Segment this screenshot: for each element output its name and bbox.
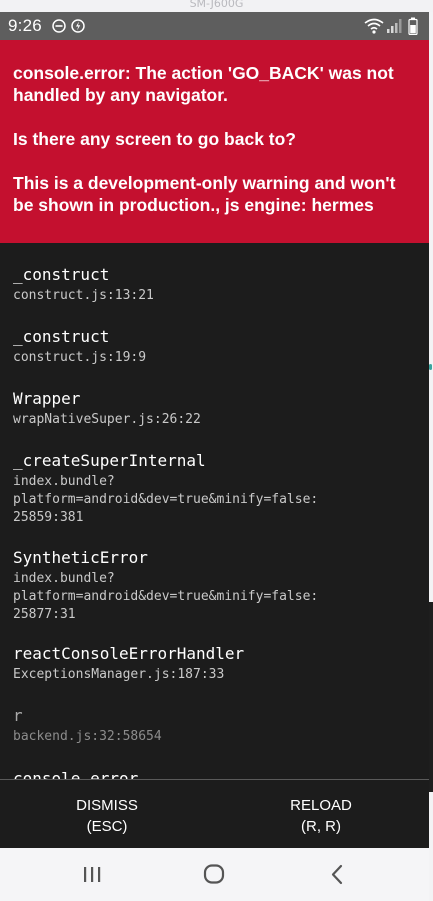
frame-location-line: ExceptionsManager.js:187:33 (13, 667, 225, 682)
device-frame: SM-J600G 9:26 console.error: The action … (0, 0, 433, 901)
stack-trace-list[interactable]: _construct construct.js:13:21 _construct… (0, 243, 429, 779)
back-icon (331, 864, 343, 885)
dnd-icon (52, 19, 66, 33)
frame-location-line: wrapNativeSuper.js:26:22 (13, 412, 201, 427)
home-icon (203, 864, 225, 884)
recents-icon (84, 867, 101, 882)
navigation-bar (0, 848, 429, 901)
frame-function: _createSuperInternal (13, 451, 206, 470)
frame-location: index.bundle? platform=android&dev=true&… (13, 473, 418, 527)
data-saver-icon (71, 19, 85, 33)
stack-frame[interactable]: console.error (13, 769, 418, 779)
frame-location-line: platform=android&dev=true&minify=false: (13, 589, 319, 604)
frame-function: _construct (13, 327, 110, 346)
error-banner: console.error: The action 'GO_BACK' was … (0, 40, 429, 243)
error-note: This is a development-only warning and w… (13, 173, 396, 215)
status-time: 9:26 (8, 16, 42, 35)
phone-screen: 9:26 console.error: The action 'GO_BACK'… (0, 12, 429, 901)
frame-function: Wrapper (13, 389, 81, 408)
edge-shadow (429, 602, 433, 792)
status-bar: 9:26 (0, 12, 429, 40)
frame-location-line: index.bundle? (13, 571, 115, 586)
reload-label: RELOAD (290, 797, 352, 814)
frame-location: construct.js:13:21 (13, 287, 418, 305)
error-message: console.error: The action 'GO_BACK' was … (13, 62, 415, 216)
frame-function: r (13, 706, 23, 725)
home-button[interactable] (184, 856, 244, 892)
action-bar: DISMISS (ESC) RELOAD (R, R) (0, 779, 429, 849)
frame-location: wrapNativeSuper.js:26:22 (13, 411, 418, 429)
reload-button[interactable]: RELOAD (R, R) (214, 780, 428, 849)
dismiss-label: DISMISS (76, 797, 138, 814)
window-edge (429, 12, 433, 901)
stack-frame[interactable]: _construct construct.js:13:21 (13, 265, 418, 305)
edge-marker (429, 364, 432, 370)
frame-function: _construct (13, 265, 110, 284)
frame-location: construct.js:19:9 (13, 349, 418, 367)
frame-location: ExceptionsManager.js:187:33 (13, 666, 418, 684)
back-button[interactable] (306, 856, 366, 892)
frame-location-line: construct.js:13:21 (13, 288, 154, 303)
signal-icon (387, 19, 402, 33)
stack-frame[interactable]: _construct construct.js:19:9 (13, 327, 418, 367)
stack-frame[interactable]: _createSuperInternal index.bundle? platf… (13, 451, 418, 527)
dismiss-button[interactable]: DISMISS (ESC) (0, 780, 214, 849)
frame-location-line: construct.js:19:9 (13, 350, 147, 365)
reload-shortcut: (R, R) (301, 818, 341, 835)
frame-location-line: 25859:381 (13, 510, 84, 525)
stack-frame[interactable]: Wrapper wrapNativeSuper.js:26:22 (13, 389, 418, 429)
recents-button[interactable] (62, 856, 122, 892)
frame-function: console.error (13, 769, 139, 779)
frame-location-line: backend.js:32:58654 (13, 729, 162, 744)
frame-location-line: index.bundle? (13, 474, 115, 489)
window-caption: SM-J600G (0, 0, 433, 12)
frame-location-line: platform=android&dev=true&minify=false: (13, 492, 319, 507)
wifi-icon (364, 18, 384, 34)
frame-location-line: 25877:31 (13, 607, 76, 622)
battery-icon (408, 17, 418, 35)
frame-function: reactConsoleErrorHandler (13, 644, 245, 663)
dismiss-shortcut: (ESC) (86, 818, 128, 835)
stack-frame[interactable]: SyntheticError index.bundle? platform=an… (13, 548, 418, 624)
frame-function: SyntheticError (13, 548, 148, 567)
frame-location: backend.js:32:58654 (13, 728, 418, 746)
error-title: console.error: The action 'GO_BACK' was … (13, 63, 394, 105)
stack-frame[interactable]: reactConsoleErrorHandler ExceptionsManag… (13, 644, 418, 684)
error-question: Is there any screen to go back to? (13, 129, 296, 149)
stack-frame[interactable]: r backend.js:32:58654 (13, 706, 418, 746)
frame-location: index.bundle? platform=android&dev=true&… (13, 570, 418, 624)
